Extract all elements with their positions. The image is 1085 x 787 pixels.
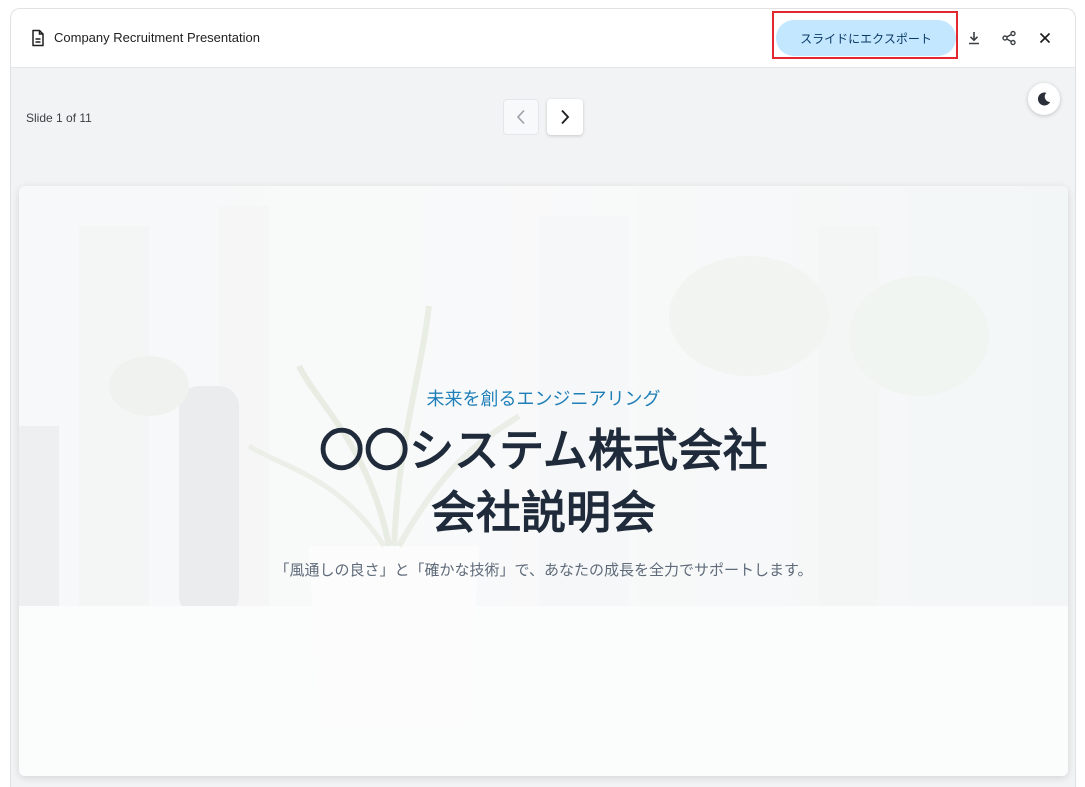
slide-subtitle: 未来を創るエンジニアリング — [426, 389, 661, 410]
close-icon — [1039, 32, 1051, 44]
export-to-slides-button[interactable]: スライドにエクスポート — [776, 20, 956, 56]
download-button[interactable] — [962, 26, 986, 50]
previous-slide-button[interactable] — [503, 99, 539, 135]
slide-title-line-1: 〇〇システム株式会社 — [319, 424, 768, 477]
chevron-left-icon — [516, 109, 525, 125]
slide-counter: Slide 1 of 11 — [26, 111, 92, 125]
download-icon — [969, 32, 979, 45]
next-slide-button[interactable] — [547, 99, 583, 135]
slide-title-line-2: 会社説明会 — [430, 486, 656, 539]
chevron-right-icon — [561, 109, 570, 125]
document-icon — [32, 29, 44, 47]
moon-icon — [1037, 92, 1051, 106]
document-title: Company Recruitment Presentation — [54, 30, 260, 45]
close-button[interactable] — [1033, 26, 1057, 50]
slide-title: 〇〇システム株式会社 会社説明会 — [19, 420, 1068, 544]
header-bar: Company Recruitment Presentation スライドにエク… — [11, 9, 1075, 68]
slide-tagline: 「風通しの良さ」と「確かな技術」で、あなたの成長を全力でサポートします。 — [274, 561, 813, 579]
share-icon — [1002, 30, 1016, 46]
slide-canvas: 未来を創るエンジニアリング 〇〇システム株式会社 会社説明会 「風通しの良さ」と… — [19, 186, 1068, 776]
presentation-window: Company Recruitment Presentation スライドにエク… — [10, 8, 1076, 787]
dark-mode-toggle[interactable] — [1028, 83, 1060, 115]
share-button[interactable] — [997, 26, 1021, 50]
